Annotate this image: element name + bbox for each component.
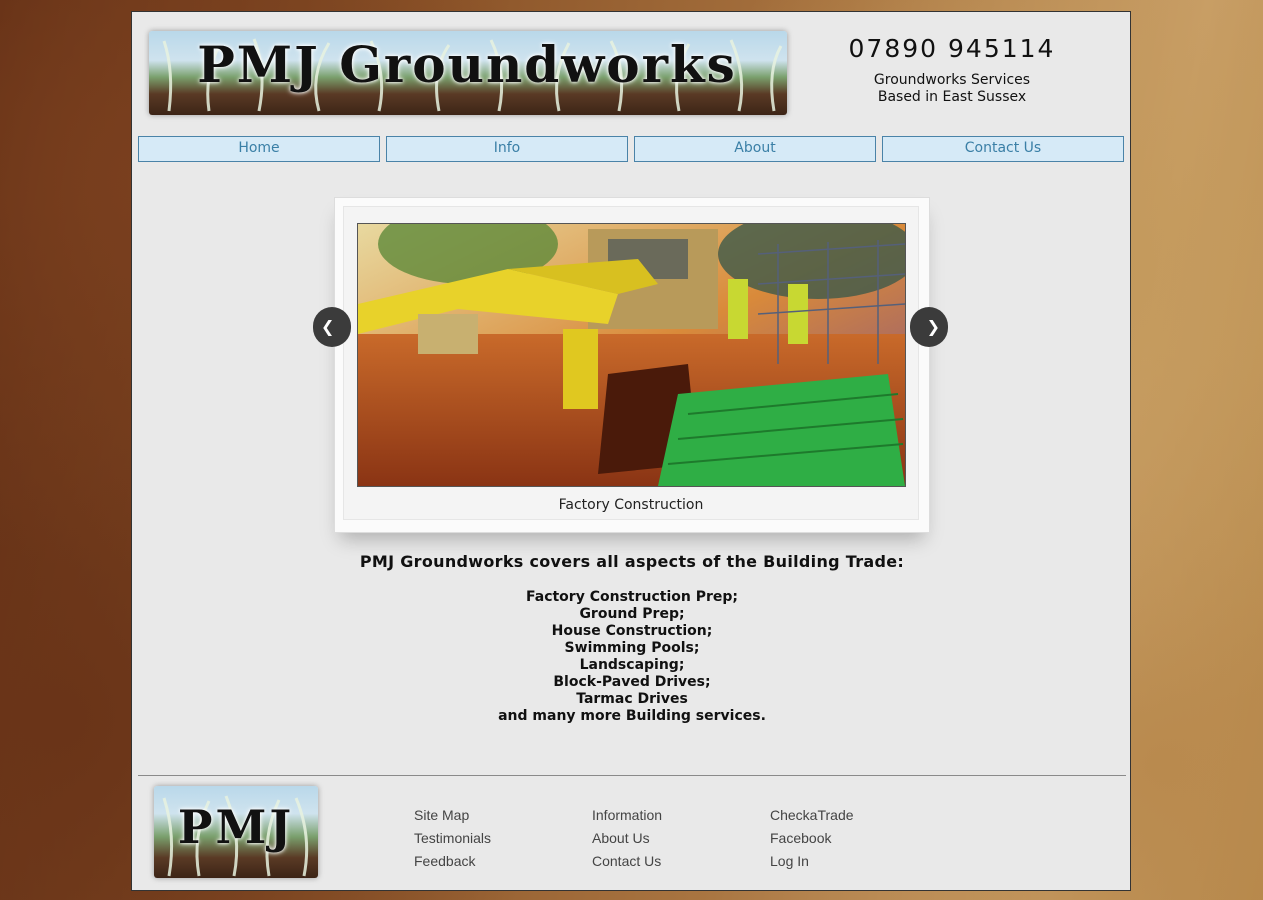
nav-contact-us[interactable]: Contact Us — [882, 136, 1124, 162]
footer-column-3: CheckaTrade Facebook Log In — [770, 804, 940, 873]
nav-info[interactable]: Info — [386, 136, 628, 162]
intro-heading: PMJ Groundworks covers all aspects of th… — [359, 552, 905, 571]
footer-link-about-us[interactable]: About Us — [592, 827, 762, 850]
tagline-line-1: Groundworks Services — [873, 72, 1031, 88]
footer-link-facebook[interactable]: Facebook — [770, 827, 940, 850]
nav-home[interactable]: Home — [138, 136, 380, 162]
slide: Factory Construction — [343, 206, 919, 520]
footer-column-2: Information About Us Contact Us — [592, 804, 762, 873]
chevron-left-icon: ❮ — [321, 317, 335, 336]
slide-caption: Factory Construction — [558, 497, 704, 513]
footer-logo-text: PMJ — [177, 800, 295, 854]
excavator-photo — [358, 224, 905, 486]
footer-link-checkatrade[interactable]: CheckaTrade — [770, 804, 940, 827]
page-container: PMJ Groundworks 07890 945114 Groundworks… — [131, 11, 1131, 891]
service-item: Landscaping; — [579, 657, 685, 673]
slider-prev-button[interactable]: ❮ — [313, 307, 351, 347]
tagline-line-2: Based in East Sussex — [877, 89, 1027, 105]
phone-number: 07890 945114 — [848, 34, 1056, 63]
footer-column-1: Site Map Testimonials Feedback — [414, 804, 584, 873]
image-slider: Factory Construction — [334, 197, 930, 533]
service-item: Swimming Pools; — [564, 640, 700, 656]
service-item: Ground Prep; — [579, 606, 685, 622]
service-item: House Construction; — [551, 623, 713, 639]
footer-link-log-in[interactable]: Log In — [770, 850, 940, 873]
site-logo[interactable]: PMJ Groundworks — [149, 31, 787, 115]
footer-link-site-map[interactable]: Site Map — [414, 804, 584, 827]
chevron-right-icon: ❯ — [926, 317, 940, 336]
footer-logo[interactable]: PMJ — [154, 786, 318, 878]
tagline: Groundworks Services Based in East Susse… — [832, 72, 1072, 106]
service-item: Factory Construction Prep; — [526, 589, 738, 605]
nav-about[interactable]: About — [634, 136, 876, 162]
footer-link-contact-us[interactable]: Contact Us — [592, 850, 762, 873]
slider-next-button[interactable]: ❯ — [910, 307, 948, 347]
slide-image — [357, 223, 906, 487]
service-item: Tarmac Drives — [576, 691, 688, 707]
footer-link-feedback[interactable]: Feedback — [414, 850, 584, 873]
footer-link-information[interactable]: Information — [592, 804, 762, 827]
service-item: Block-Paved Drives; — [553, 674, 711, 690]
footer-divider — [138, 775, 1126, 776]
services-list: Factory Construction Prep; Ground Prep; … — [132, 589, 1132, 725]
footer-link-testimonials[interactable]: Testimonials — [414, 827, 584, 850]
logo-text: PMJ Groundworks — [197, 35, 737, 94]
main-nav: Home Info About Contact Us — [138, 136, 1124, 162]
service-item: and many more Building services. — [498, 708, 766, 724]
